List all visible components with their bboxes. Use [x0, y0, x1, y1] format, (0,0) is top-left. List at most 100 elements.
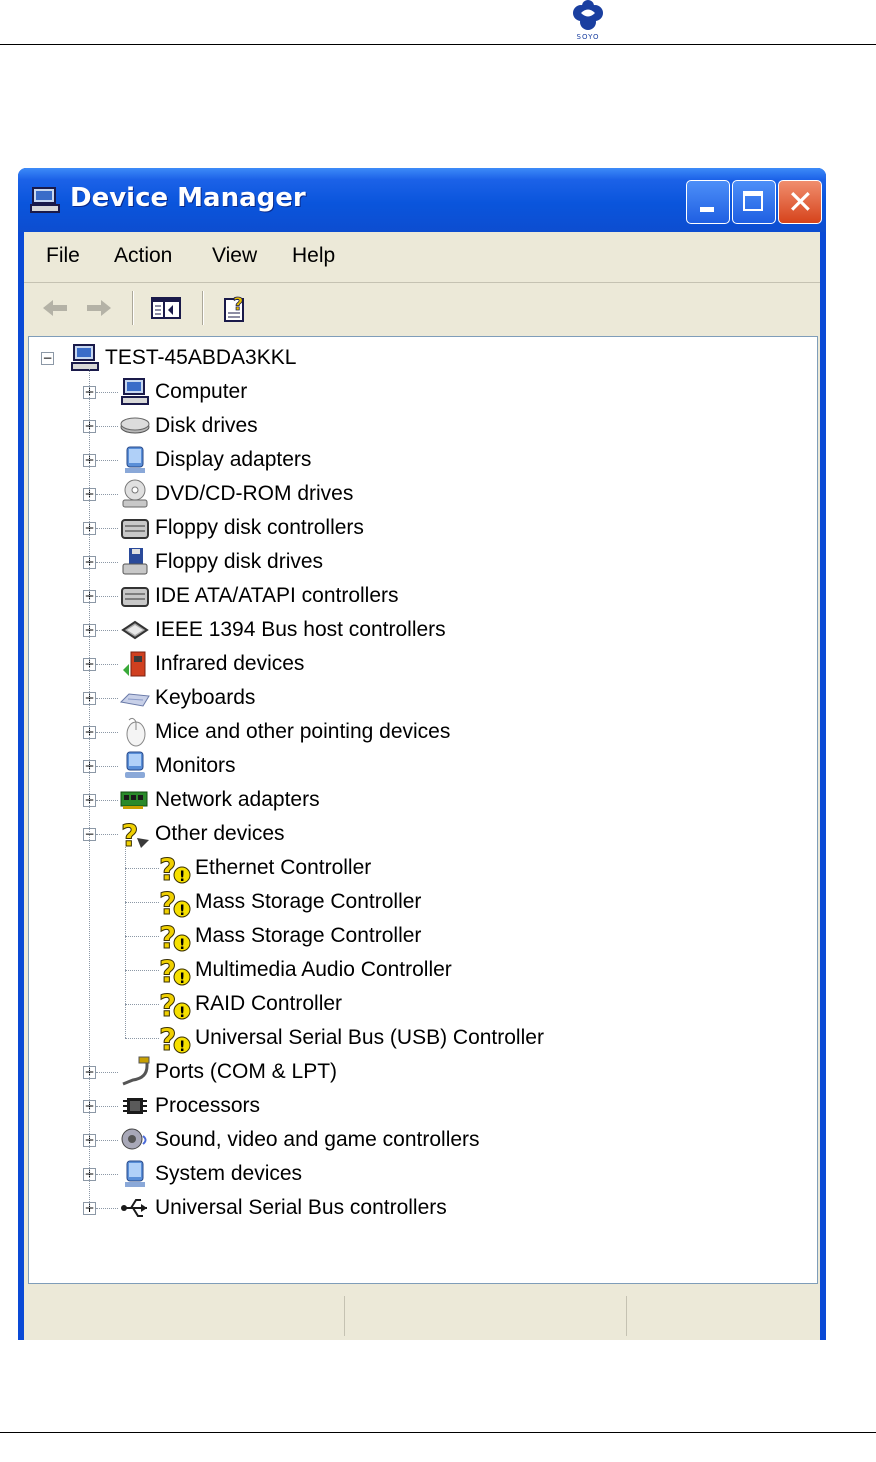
status-cell [626, 1296, 820, 1336]
toolbar: ? [24, 283, 820, 333]
tree-connector [125, 847, 126, 1038]
tree-item-label: Ports (COM & LPT) [155, 1060, 338, 1083]
tree-item-label: Floppy disk drives [155, 550, 324, 573]
minimize-button[interactable] [686, 180, 730, 224]
svg-text:?: ? [159, 1023, 176, 1054]
tree-connector [96, 664, 118, 665]
tree-category[interactable]: Infrared devices [119, 647, 304, 681]
menu-view[interactable]: View [212, 244, 257, 268]
cd-rom-icon [122, 479, 148, 508]
tree-connector [125, 936, 159, 937]
tree-category[interactable]: Network adapters [119, 783, 320, 817]
usb-icon [121, 1199, 147, 1217]
tree-category[interactable]: IDE ATA/ATAPI controllers [119, 579, 399, 613]
tree-connector [125, 868, 159, 869]
tree-category[interactable]: Monitors [119, 749, 236, 783]
tree-device[interactable]: ?! Universal Serial Bus (USB) Controller [159, 1021, 544, 1055]
tree-item-label: Keyboards [155, 686, 256, 709]
tree-connector [96, 528, 118, 529]
tree-category[interactable]: Universal Serial Bus controllers [119, 1191, 447, 1225]
tree-category[interactable]: ? Other devices [119, 817, 285, 851]
menu-file[interactable]: File [46, 244, 80, 268]
tree-connector [125, 902, 159, 903]
toolbar-separator [132, 291, 134, 325]
maximize-button[interactable] [732, 180, 776, 224]
tree-device[interactable]: ?! Ethernet Controller [159, 851, 371, 885]
tree-category[interactable]: System devices [119, 1157, 302, 1191]
tree-category[interactable]: Disk drives [119, 409, 258, 443]
tree-connector [96, 766, 118, 767]
tree-item-label: Display adapters [155, 448, 312, 471]
tree-item-label: Universal Serial Bus controllers [155, 1196, 447, 1219]
close-button[interactable]: ✕ [778, 180, 822, 224]
tree-item-label: Infrared devices [155, 652, 305, 675]
device-tree[interactable]: TEST-45ABDA3KKL − Computer + Disk drives + Dis… [28, 336, 818, 1284]
tree-connector [96, 732, 118, 733]
menu-help[interactable]: Help [292, 244, 335, 268]
menu-action[interactable]: Action [114, 244, 172, 268]
warning-device-icon: ?! [159, 989, 191, 1020]
tree-connector [125, 1004, 159, 1005]
window-client: File Action View Help ? TEST-45ABDA3KKL … [24, 232, 820, 1340]
tree-connector [96, 630, 118, 631]
tree-connector [96, 460, 118, 461]
tree-connector [125, 970, 159, 971]
show-hide-tree-button[interactable] [146, 291, 186, 325]
tree-category[interactable]: Keyboards [119, 681, 255, 715]
forward-arrow-icon [87, 300, 111, 316]
status-cell [24, 1296, 344, 1336]
maximize-icon [743, 191, 763, 211]
tree-item-label: Sound, video and game controllers [155, 1128, 480, 1151]
svg-text:?: ? [233, 294, 243, 315]
tree-category[interactable]: Sound, video and game controllers [119, 1123, 480, 1157]
network-adapter-icon [120, 791, 148, 809]
collapse-toggle[interactable]: − [41, 352, 54, 365]
back-button[interactable] [38, 291, 72, 325]
tree-connector [96, 426, 118, 427]
tree-connector [89, 369, 90, 1208]
infrared-icon [123, 651, 146, 677]
tree-connector [96, 800, 118, 801]
sound-icon [121, 1128, 147, 1150]
svg-text:?: ? [159, 989, 176, 1020]
tree-item-label: Mass Storage Controller [195, 890, 422, 913]
tree-category[interactable]: IEEE 1394 Bus host controllers [119, 613, 446, 647]
tree-device[interactable]: ?! Mass Storage Controller [159, 919, 421, 953]
tree-connector [96, 596, 118, 597]
tree-device[interactable]: ?! Mass Storage Controller [159, 885, 421, 919]
soyo-logo: SOYO [566, 0, 610, 44]
tree-category[interactable]: DVD/CD-ROM drives [119, 477, 353, 511]
help-button[interactable]: ? [216, 291, 256, 325]
tree-connector [96, 698, 118, 699]
brand-text: SOYO [576, 33, 600, 41]
tree-category[interactable]: Floppy disk controllers [119, 511, 364, 545]
tree-device[interactable]: ?! Multimedia Audio Controller [159, 953, 452, 987]
processor-icon [123, 1098, 147, 1114]
status-bar [24, 1292, 820, 1340]
tree-item-label: Floppy disk controllers [155, 516, 364, 539]
warning-device-icon: ?! [159, 955, 191, 986]
warning-device-icon: ?! [159, 1023, 191, 1054]
tree-item-label: Mice and other pointing devices [155, 720, 451, 743]
menu-bar: File Action View Help [24, 232, 820, 283]
tree-item-label: Monitors [155, 754, 236, 777]
computer-icon [71, 344, 99, 371]
tree-category[interactable]: Processors [119, 1089, 260, 1123]
tree-root[interactable]: TEST-45ABDA3KKL [69, 341, 296, 375]
tree-category[interactable]: Ports (COM & LPT) [119, 1055, 337, 1089]
title-bar[interactable]: Device Manager ✕ [18, 168, 826, 232]
back-arrow-icon [43, 300, 67, 316]
tree-category[interactable]: Computer [119, 375, 247, 409]
tree-item-label: Other devices [155, 822, 285, 845]
tree-category[interactable]: Display adapters [119, 443, 311, 477]
tree-category[interactable]: Mice and other pointing devices [119, 715, 450, 749]
tree-item-label: Disk drives [155, 414, 258, 437]
svg-text:?: ? [121, 819, 138, 850]
tree-category[interactable]: Floppy disk drives [119, 545, 323, 579]
tree-device[interactable]: ?! RAID Controller [159, 987, 342, 1021]
tree-item-label: Processors [155, 1094, 261, 1117]
forward-button[interactable] [82, 291, 116, 325]
tree-connector [96, 562, 118, 563]
tree-connector [96, 392, 118, 393]
tree-connector [96, 1208, 118, 1209]
